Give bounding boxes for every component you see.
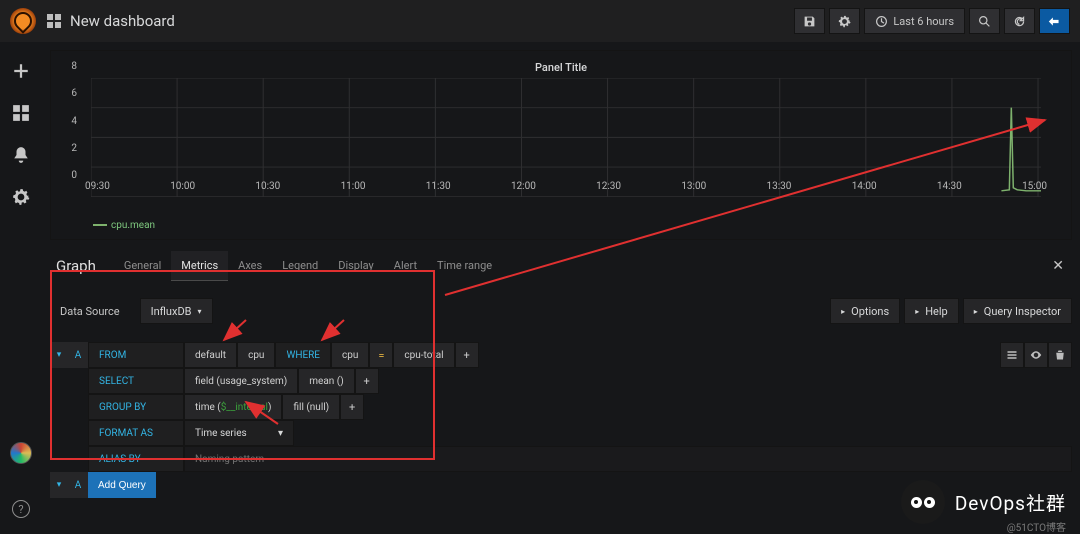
query-inspector-button[interactable]: ▸Query Inspector: [963, 298, 1072, 324]
select-field[interactable]: field (usage_system): [184, 368, 298, 394]
dashboard-icon: [46, 13, 62, 29]
datasource-label: Data Source: [50, 305, 130, 318]
add-tag-button[interactable]: +: [455, 342, 479, 368]
zoom-out-button[interactable]: [969, 8, 1000, 34]
close-editor-button[interactable]: ✕: [1044, 254, 1072, 278]
options-button[interactable]: ▸Options: [830, 298, 900, 324]
dashboards-icon[interactable]: [12, 104, 30, 122]
tab-general[interactable]: General: [114, 251, 171, 281]
y-axis-ticks: 86420: [57, 61, 77, 181]
groupby-fill[interactable]: fill (null): [282, 394, 340, 420]
watermark: DevOps社群: [901, 480, 1066, 524]
retention-policy[interactable]: default: [184, 342, 237, 368]
format-select[interactable]: Time series▾: [184, 420, 294, 446]
query-row-groupby: GROUP BY time ($__interval) fill (null) …: [50, 394, 1072, 420]
config-icon[interactable]: [12, 188, 30, 206]
top-toolbar: New dashboard Last 6 hours: [0, 0, 1080, 42]
tab-alert[interactable]: Alert: [384, 251, 427, 281]
alerting-icon[interactable]: [12, 146, 30, 164]
watermark-icon: [901, 480, 945, 524]
editor-tab-bar: Graph General Metrics Axes Legend Displa…: [50, 250, 1072, 282]
groupby-keyword: GROUP BY: [88, 394, 184, 420]
settings-button[interactable]: [829, 8, 860, 34]
tag-operator[interactable]: =: [369, 342, 393, 368]
add-select-button[interactable]: +: [355, 368, 379, 394]
tag-key[interactable]: cpu: [331, 342, 369, 368]
alias-keyword: ALIAS BY: [88, 446, 184, 472]
query-row-from: ▾ A FROM default cpu WHERE cpu = cpu-tot…: [50, 342, 1072, 368]
menu-icon[interactable]: [1000, 342, 1024, 368]
side-nav: ?: [0, 42, 42, 532]
groupby-time[interactable]: time ($__interval): [184, 394, 282, 420]
collapse-toggle[interactable]: ▾: [50, 342, 68, 368]
grafana-logo-icon[interactable]: [10, 8, 36, 34]
collapse-toggle-2[interactable]: ▾: [50, 472, 68, 498]
query-ref-id-2[interactable]: A: [68, 472, 88, 498]
query-row-alias: ALIAS BY Naming pattern: [50, 446, 1072, 472]
back-button[interactable]: [1039, 8, 1070, 34]
select-agg[interactable]: mean (): [298, 368, 354, 394]
alias-input[interactable]: Naming pattern: [184, 446, 1072, 472]
editor-title: Graph: [56, 257, 96, 275]
help-button[interactable]: ▸Help: [904, 298, 959, 324]
tag-value[interactable]: cpu-total: [393, 342, 454, 368]
add-icon[interactable]: [12, 62, 30, 80]
tab-axes[interactable]: Axes: [228, 251, 272, 281]
query-ref-id[interactable]: A: [68, 342, 88, 368]
time-range-button[interactable]: Last 6 hours: [864, 8, 965, 34]
panel-title: Panel Title: [57, 57, 1065, 78]
chart-legend[interactable]: cpu.mean: [57, 216, 1065, 237]
tab-legend[interactable]: Legend: [272, 251, 328, 281]
trash-icon[interactable]: [1048, 342, 1072, 368]
page-title[interactable]: New dashboard: [70, 12, 175, 30]
add-query-button[interactable]: Add Query: [88, 472, 156, 498]
query-row-select: SELECT field (usage_system) mean () +: [50, 368, 1072, 394]
query-row-format: FORMAT AS Time series▾: [50, 420, 1072, 446]
format-keyword: FORMAT AS: [88, 420, 184, 446]
measurement[interactable]: cpu: [237, 342, 275, 368]
tab-metrics[interactable]: Metrics: [171, 251, 228, 281]
eye-icon[interactable]: [1024, 342, 1048, 368]
x-axis-ticks: 09:3010:0010:3011:0011:3012:0012:3013:00…: [85, 181, 1047, 192]
from-keyword: FROM: [88, 342, 184, 368]
where-keyword: WHERE: [275, 342, 331, 368]
datasource-picker[interactable]: InfluxDB▾: [140, 298, 213, 324]
refresh-button[interactable]: [1004, 8, 1035, 34]
tab-timerange[interactable]: Time range: [427, 251, 502, 281]
select-keyword: SELECT: [88, 368, 184, 394]
add-groupby-button[interactable]: +: [340, 394, 364, 420]
help-icon[interactable]: ?: [12, 500, 30, 518]
user-avatar-icon[interactable]: [10, 442, 32, 464]
tab-display[interactable]: Display: [328, 251, 384, 281]
save-button[interactable]: [794, 8, 825, 34]
chart-canvas[interactable]: [91, 78, 1041, 198]
